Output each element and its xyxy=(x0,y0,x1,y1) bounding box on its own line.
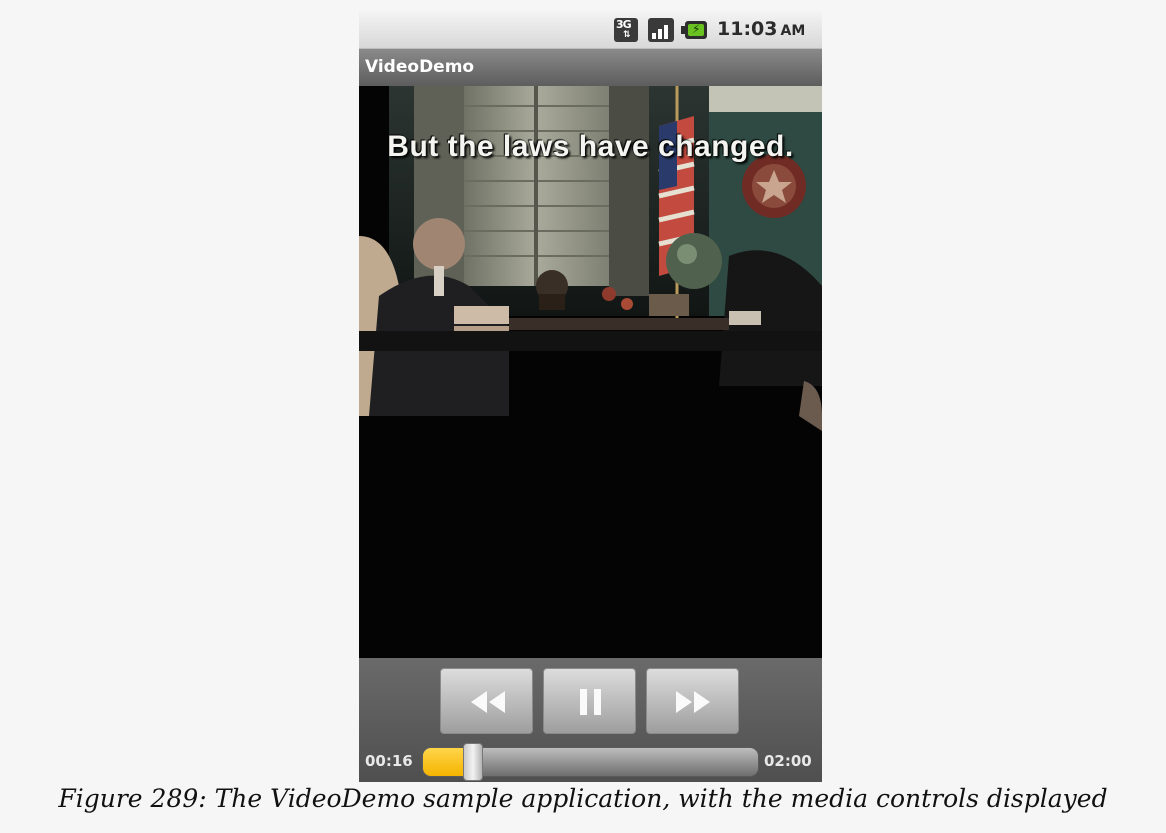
fast-forward-button[interactable] xyxy=(646,668,739,734)
battery-charging-icon: ⚡ xyxy=(681,18,707,42)
app-title-bar: VideoDemo xyxy=(359,49,822,86)
media-controller: 00:16 02:00 xyxy=(359,658,822,782)
fast-forward-icon xyxy=(676,691,710,713)
clock-ampm: AM xyxy=(780,23,806,39)
pause-icon xyxy=(580,689,601,715)
status-bar: 3G ⇅ ⚡ 11:03 AM xyxy=(359,11,822,49)
pause-button[interactable] xyxy=(543,668,636,734)
app-title: VideoDemo xyxy=(365,57,475,77)
network-3g-icon: 3G ⇅ xyxy=(614,18,638,42)
video-subtitle: But the laws have changed. xyxy=(387,130,794,163)
figure-caption: Figure 289: The VideoDemo sample applica… xyxy=(58,784,1108,813)
rewind-button[interactable] xyxy=(440,668,533,734)
total-time: 02:00 xyxy=(764,752,812,770)
status-clock: 11:03 AM xyxy=(717,18,805,40)
seek-bar-thumb[interactable] xyxy=(463,743,483,781)
phone-screen: 3G ⇅ ⚡ 11:03 AM VideoDemo But the laws h… xyxy=(359,11,822,782)
clock-time: 11:03 xyxy=(717,18,778,40)
video-frame xyxy=(359,86,822,658)
current-time: 00:16 xyxy=(365,752,413,770)
rewind-icon xyxy=(471,691,505,713)
video-view[interactable]: But the laws have changed. xyxy=(359,86,822,658)
seek-bar-progress xyxy=(423,748,468,776)
signal-strength-icon xyxy=(648,18,674,42)
